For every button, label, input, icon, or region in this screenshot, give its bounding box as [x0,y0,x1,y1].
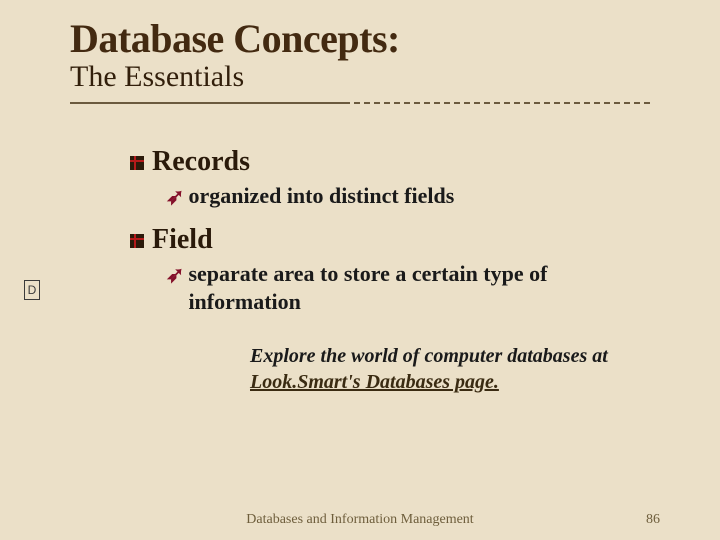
arrow-icon: ➶ [166,184,184,210]
underline-solid [70,102,350,104]
bullet-label: Records [152,146,250,178]
bullet-icon [130,234,144,248]
slide-title: Database Concepts: [70,18,650,60]
side-marker-icon: D [24,280,40,300]
explore-note: Explore the world of computer databases … [130,343,650,395]
slide-subtitle: The Essentials [70,60,650,100]
content-area: Records ➶ organized into distinct fields… [70,146,650,395]
sub-bullet-text: separate area to store a certain type of… [188,260,650,315]
footer-text: Databases and Information Management [0,511,720,529]
title-underline [70,102,650,104]
explore-link[interactable]: Look.Smart's Databases page. [250,371,499,393]
bullet-item: Field [130,224,650,256]
bullet-icon [130,156,144,170]
bullet-label: Field [152,224,213,256]
sub-bullet-text: organized into distinct fields [188,182,454,210]
page-number: 86 [646,512,660,528]
sub-bullet-item: ➶ separate area to store a certain type … [130,260,650,315]
underline-dashed [354,102,650,104]
bullet-item: Records [130,146,650,178]
arrow-icon: ➶ [166,262,184,288]
sub-bullet-item: ➶ organized into distinct fields [130,182,650,210]
explore-prefix: Explore the world of computer databases … [250,345,608,367]
slide: Database Concepts: The Essentials Record… [0,0,720,540]
